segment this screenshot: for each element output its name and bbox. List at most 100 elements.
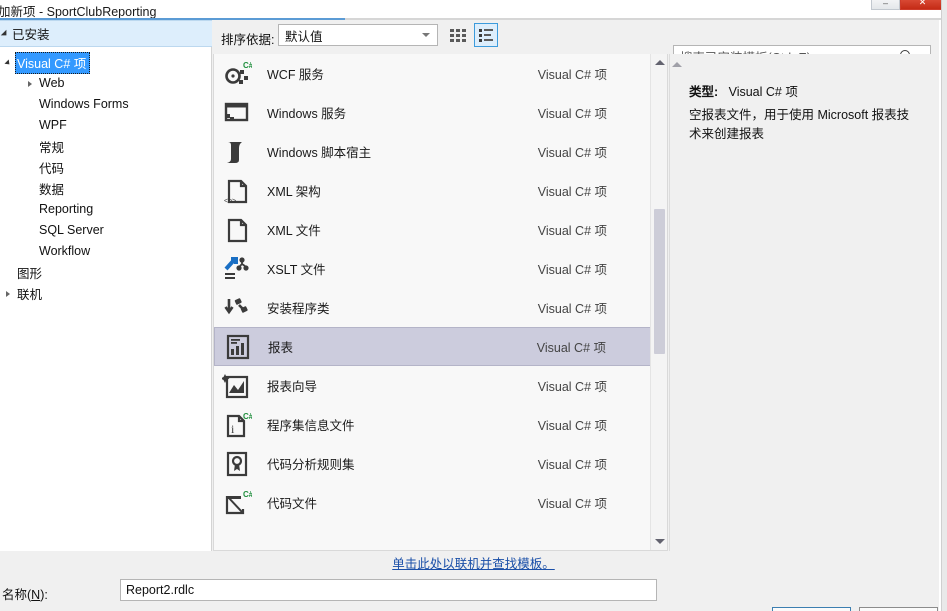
online-templates-link[interactable]: 单击此处以联机并查找模板。	[392, 557, 555, 571]
category-tree: Visual C# 项 Web Windows Forms WPF 常规代码数据 Repo…	[0, 51, 212, 304]
name-label-prefix: 名称(	[2, 588, 32, 602]
template-name: Windows 脚本宿主	[267, 146, 372, 160]
template-row[interactable]: C# WCF 服务 Visual C# 项	[214, 54, 667, 93]
code-file-icon: C#	[222, 488, 252, 518]
wcf-service-icon: C#	[222, 59, 252, 89]
sidebar-item-label: 常规	[39, 140, 65, 155]
template-kind: Visual C# 项	[537, 263, 607, 277]
template-kind: Visual C# 项	[537, 107, 607, 121]
sidebar-item-8[interactable]: SQL Server	[0, 220, 212, 241]
details-type-value: Visual C# 项	[728, 85, 798, 99]
xml-file-icon	[222, 215, 252, 245]
details-divider	[669, 54, 670, 551]
sort-by-label: 排序依据:	[221, 33, 275, 47]
template-name: XML 文件	[267, 224, 321, 238]
chevron-down-icon	[422, 33, 430, 37]
sidebar-item-label: 数据	[39, 182, 65, 197]
expand-triangle-icon	[0, 29, 10, 38]
template-name: 安装程序类	[267, 302, 330, 316]
xml-schema-icon: <o>	[222, 176, 252, 206]
svg-text:i: i	[231, 422, 235, 436]
template-kind: Visual C# 项	[537, 497, 607, 511]
cancel-button[interactable]: 取消	[859, 607, 938, 611]
template-row[interactable]: C# 代码文件 Visual C# 项	[214, 483, 667, 522]
grid-view-button[interactable]	[446, 23, 470, 47]
template-row[interactable]: 报表 Visual C# 项	[214, 327, 667, 366]
sidebar-item-11[interactable]: 联机	[0, 283, 212, 304]
template-kind: Visual C# 项	[537, 302, 607, 316]
sidebar-item-label: Visual C# 项	[15, 51, 91, 74]
scroll-down-button[interactable]	[651, 533, 667, 550]
template-kind: Visual C# 项	[537, 458, 607, 472]
template-list-items: C# WCF 服务 Visual C# 项 Windows 服务 Visual C# 项…	[214, 54, 667, 522]
minimize-button[interactable]: –	[871, 0, 900, 10]
template-kind: Visual C# 项	[536, 341, 606, 355]
sidebar-item-label: 代码	[39, 161, 65, 176]
chevron-collapsed-icon[interactable]	[28, 80, 32, 87]
installed-header[interactable]: 已安装	[0, 20, 212, 47]
sidebar-item-label: WPF	[39, 118, 67, 132]
details-description: 空报表文件，用于使用 Microsoft 报表技术来创建报表	[689, 108, 910, 141]
xslt-file-icon	[222, 254, 252, 284]
template-name: 报表	[268, 341, 294, 355]
sidebar-item-label: SQL Server	[39, 223, 104, 237]
template-row[interactable]: XSLT 文件 Visual C# 项	[214, 249, 667, 288]
code-analysis-ruleset-icon	[222, 449, 252, 479]
chevron-expanded-icon[interactable]	[4, 58, 12, 67]
sidebar-item-4[interactable]: 常规	[0, 136, 212, 157]
scroll-up-button[interactable]	[651, 54, 667, 71]
template-list-scrollbar[interactable]	[650, 54, 667, 550]
sidebar-item-5[interactable]: 代码	[0, 157, 212, 178]
collapse-arrow-icon[interactable]	[672, 62, 682, 67]
online-templates-link-wrap: 单击此处以联机并查找模板。	[0, 553, 947, 572]
template-row[interactable]: Windows 脚本宿主 Visual C# 项	[214, 132, 667, 171]
scrollbar-thumb[interactable]	[654, 209, 665, 354]
template-row[interactable]: Windows 服务 Visual C# 项	[214, 93, 667, 132]
template-kind: Visual C# 项	[537, 146, 607, 160]
sidebar-item-7[interactable]: Reporting	[0, 199, 212, 220]
name-input[interactable]: Report2.rdlc	[120, 579, 657, 601]
report-icon	[223, 332, 253, 362]
template-row[interactable]: i C# 程序集信息文件 Visual C# 项	[214, 405, 667, 444]
template-row[interactable]: 报表向导 Visual C# 项	[214, 366, 667, 405]
template-row[interactable]: XML 文件 Visual C# 项	[214, 210, 667, 249]
sidebar-item-0[interactable]: Visual C# 项	[0, 51, 212, 74]
svg-text:C#: C#	[243, 412, 252, 421]
sidebar-item-9[interactable]: Workflow	[0, 241, 212, 262]
grid-view-icon	[450, 28, 466, 42]
template-kind: Visual C# 项	[537, 419, 607, 433]
dialog-body: 已安装 Visual C# 项 Web Windows Forms WPF 常规 代码 数据…	[0, 20, 947, 611]
assembly-info-icon: i C#	[222, 410, 252, 440]
sidebar-item-1[interactable]: Web	[0, 73, 212, 94]
template-row[interactable]: <o> XML 架构 Visual C# 项	[214, 171, 667, 210]
category-sidebar: 已安装 Visual C# 项 Web Windows Forms WPF 常规代码数据…	[0, 20, 212, 551]
template-row[interactable]: 代码分析规则集 Visual C# 项	[214, 444, 667, 483]
template-kind: Visual C# 项	[537, 68, 607, 82]
name-field-label: 名称(N):	[2, 584, 48, 603]
template-kind: Visual C# 项	[537, 224, 607, 238]
chevron-collapsed-icon[interactable]	[6, 290, 10, 297]
template-row[interactable]: 安装程序类 Visual C# 项	[214, 288, 667, 327]
name-label-suffix: ):	[40, 588, 48, 602]
svg-text:C#: C#	[243, 490, 252, 499]
template-name: WCF 服务	[267, 68, 324, 82]
sidebar-item-2[interactable]: Windows Forms	[0, 94, 212, 115]
sidebar-item-6[interactable]: 数据	[0, 178, 212, 199]
list-view-button[interactable]	[474, 23, 498, 47]
sort-by-dropdown[interactable]: 默认值	[278, 24, 438, 46]
details-type-row: 类型: Visual C# 项	[689, 81, 798, 100]
sidebar-item-10[interactable]: 图形	[0, 262, 212, 283]
close-button[interactable]: ✕	[900, 0, 945, 10]
template-name: XML 架构	[267, 185, 321, 199]
template-list[interactable]: C# WCF 服务 Visual C# 项 Windows 服务 Visual C# 项…	[213, 54, 668, 551]
add-button[interactable]: 添加	[772, 607, 851, 611]
sidebar-item-label: 图形	[17, 266, 43, 281]
sidebar-item-3[interactable]: WPF	[0, 115, 212, 136]
installed-header-label: 已安装	[12, 28, 50, 42]
